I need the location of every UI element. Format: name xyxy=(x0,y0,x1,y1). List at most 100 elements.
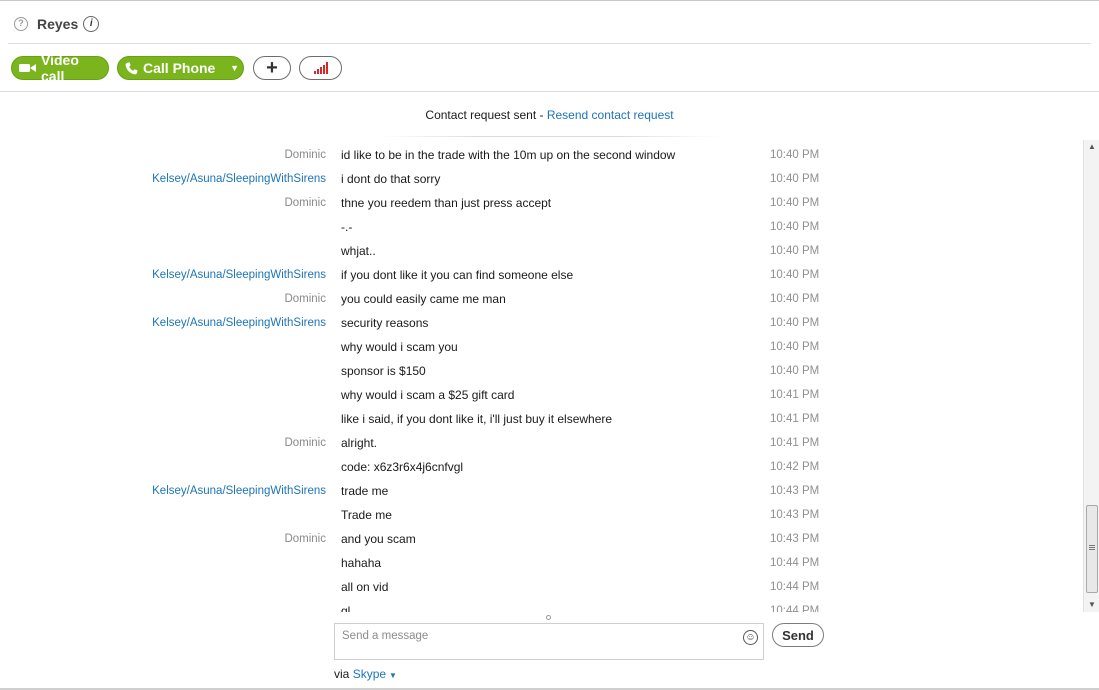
message-text: if you dont like it you can find someone… xyxy=(341,268,574,282)
video-call-button[interactable]: Video call xyxy=(11,52,109,84)
message-sender[interactable]: Kelsey/Asuna/SleepingWithSirens xyxy=(152,167,326,191)
plus-icon: + xyxy=(266,57,278,79)
message-text: Trade me xyxy=(341,508,392,522)
message-timestamp: 10:44 PM xyxy=(770,557,820,569)
scroll-thumb[interactable] xyxy=(1086,505,1098,593)
message-composer[interactable]: ☺ xyxy=(334,623,764,660)
message-text: like i said, if you dont like it, i'll j… xyxy=(341,412,613,426)
message-row: hahaha 10:44 PM xyxy=(0,551,1083,575)
message-timestamp: 10:44 PM xyxy=(770,605,820,612)
message-row: Dominic alright. 10:41 PM xyxy=(0,431,1083,455)
message-row: all on vid 10:44 PM xyxy=(0,575,1083,599)
call-phone-button[interactable]: Call Phone ▼ xyxy=(117,56,244,80)
message-text: id like to be in the trade with the 10m … xyxy=(341,148,676,162)
message-sender[interactable]: Kelsey/Asuna/SleepingWithSirens xyxy=(152,311,326,335)
scroll-down-arrow-icon[interactable]: ▼ xyxy=(1084,598,1099,612)
conversation-header: ? Reyes i Video call Call Phone ▼ + xyxy=(0,0,1099,92)
chevron-down-icon[interactable]: ▼ xyxy=(224,63,239,73)
message-row: Dominic and you scam 10:43 PM xyxy=(0,527,1083,551)
message-text: whjat.. xyxy=(341,244,376,258)
message-input[interactable] xyxy=(342,628,737,644)
message-timestamp: 10:44 PM xyxy=(770,581,820,593)
message-row: -.- 10:40 PM xyxy=(0,215,1083,239)
message-row: Trade me 10:43 PM xyxy=(0,503,1083,527)
message-timestamp: 10:43 PM xyxy=(770,485,820,497)
message-text: why would i scam a $25 gift card xyxy=(341,388,515,402)
message-timestamp: 10:40 PM xyxy=(770,293,820,305)
message-timestamp: 10:40 PM xyxy=(770,269,820,281)
message-text: i dont do that sorry xyxy=(341,172,441,186)
video-camera-icon xyxy=(19,63,36,73)
message-text: trade me xyxy=(341,484,389,498)
message-row: why would i scam you 10:40 PM xyxy=(0,335,1083,359)
message-row: code: x6z3r6x4j6cnfvgl 10:42 PM xyxy=(0,455,1083,479)
resend-contact-request-link[interactable]: Resend contact request xyxy=(547,108,674,122)
message-sender[interactable]: Kelsey/Asuna/SleepingWithSirens xyxy=(152,263,326,287)
message-timestamp: 10:43 PM xyxy=(770,533,820,545)
notice-divider xyxy=(376,136,721,137)
via-label: via xyxy=(334,667,350,681)
scroll-up-arrow-icon[interactable]: ▲ xyxy=(1084,140,1099,154)
message-row: why would i scam a $25 gift card 10:41 PM xyxy=(0,383,1083,407)
message-row: Kelsey/Asuna/SleepingWithSirens i dont do… xyxy=(0,167,1083,191)
message-text: why would i scam you xyxy=(341,340,458,354)
via-skype-link[interactable]: Skype xyxy=(353,667,386,681)
contact-request-text: Contact request sent - xyxy=(425,108,547,122)
message-text: you could easily came me man xyxy=(341,292,506,306)
chat-scrollbar[interactable]: ▲ ▼ xyxy=(1083,140,1099,612)
message-row: Kelsey/Asuna/SleepingWithSirens security … xyxy=(0,311,1083,335)
message-sender[interactable]: Dominic xyxy=(284,143,326,167)
message-text: code: x6z3r6x4j6cnfvgl xyxy=(341,460,464,474)
message-text: sponsor is $150 xyxy=(341,364,426,378)
via-selector: via Skype ▼ xyxy=(334,667,397,681)
message-row: Dominic you could easily came me man 10:40… xyxy=(0,287,1083,311)
message-sender[interactable]: Kelsey/Asuna/SleepingWithSirens xyxy=(152,479,326,503)
message-row: gl 10:44 PM xyxy=(0,599,1083,612)
message-text: thne you reedem than just press accept xyxy=(341,196,552,210)
mood-message-icon[interactable]: i xyxy=(83,16,100,32)
message-text: gl xyxy=(341,604,351,612)
message-timestamp: 10:42 PM xyxy=(770,461,820,473)
message-row: Dominic thne you reedem than just press a… xyxy=(0,191,1083,215)
message-sender[interactable]: Dominic xyxy=(284,191,326,215)
message-text: all on vid xyxy=(341,580,389,594)
message-sender[interactable]: Dominic xyxy=(284,287,326,311)
message-text: hahaha xyxy=(341,556,382,570)
message-timestamp: 10:43 PM xyxy=(770,509,820,521)
message-sender[interactable]: Dominic xyxy=(284,527,326,551)
message-row: Kelsey/Asuna/SleepingWithSirens trade me 1… xyxy=(0,479,1083,503)
message-timestamp: 10:40 PM xyxy=(770,149,820,161)
message-text: and you scam xyxy=(341,532,416,546)
message-text: security reasons xyxy=(341,316,429,330)
send-button[interactable]: Send xyxy=(772,623,824,647)
message-text: -.- xyxy=(341,220,353,234)
call-toolbar: Video call Call Phone ▼ + xyxy=(11,52,342,84)
message-row: like i said, if you dont like it, i'll j… xyxy=(0,407,1083,431)
resize-handle[interactable] xyxy=(546,615,551,620)
call-quality-button[interactable] xyxy=(299,56,342,80)
message-timestamp: 10:40 PM xyxy=(770,245,820,257)
message-row: Dominic id like to be in the trade with t… xyxy=(0,143,1083,167)
message-timestamp: 10:40 PM xyxy=(770,197,820,209)
message-row: sponsor is $150 10:40 PM xyxy=(0,359,1083,383)
signal-strength-icon xyxy=(313,62,328,74)
message-timestamp: 10:41 PM xyxy=(770,389,820,401)
message-timestamp: 10:41 PM xyxy=(770,413,820,425)
contact-name[interactable]: Reyes xyxy=(37,16,78,32)
video-call-label: Video call xyxy=(41,52,79,84)
message-row: Kelsey/Asuna/SleepingWithSirens if you do… xyxy=(0,263,1083,287)
message-timestamp: 10:40 PM xyxy=(770,341,820,353)
header-divider xyxy=(8,43,1091,44)
message-timestamp: 10:40 PM xyxy=(770,317,820,329)
emoticon-icon[interactable]: ☺ xyxy=(743,630,758,645)
message-row: whjat.. 10:40 PM xyxy=(0,239,1083,263)
chevron-down-icon[interactable]: ▼ xyxy=(389,671,397,680)
message-history[interactable]: Dominic id like to be in the trade with t… xyxy=(0,143,1083,612)
message-timestamp: 10:40 PM xyxy=(770,221,820,233)
add-people-button[interactable]: + xyxy=(253,56,291,80)
call-phone-label: Call Phone xyxy=(143,60,216,76)
presence-unknown-icon: ? xyxy=(14,17,28,31)
phone-icon xyxy=(125,61,138,75)
message-timestamp: 10:41 PM xyxy=(770,437,820,449)
message-sender[interactable]: Dominic xyxy=(284,431,326,455)
